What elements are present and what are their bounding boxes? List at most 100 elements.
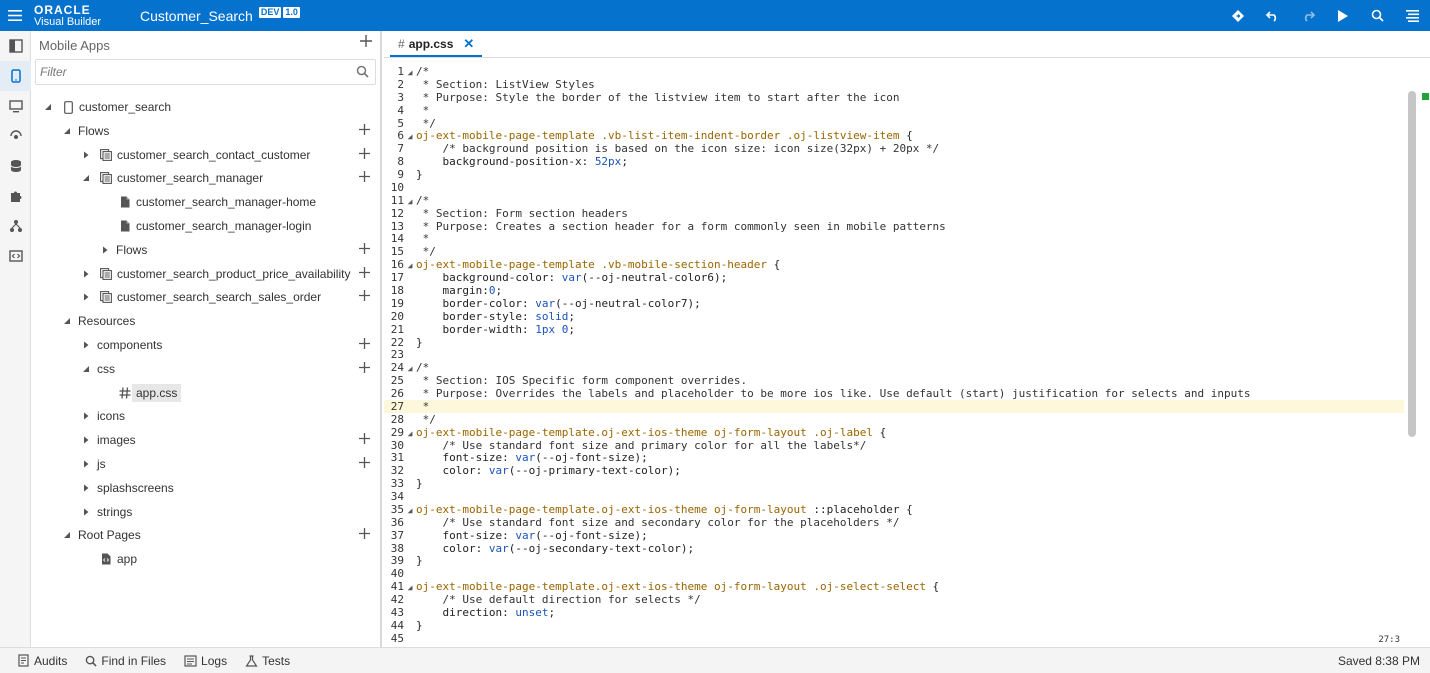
code-line[interactable]: 32 color: var(--oj-primary-text-color); [384,464,1404,477]
add-icon[interactable] [359,171,370,185]
code-line[interactable]: 14 * [384,232,1404,245]
code-line[interactable]: 17 background-color: var(--oj-neutral-co… [384,271,1404,284]
expand-arrow-icon[interactable] [81,150,91,160]
code-line[interactable]: 33 } [384,477,1404,490]
code-line[interactable]: 8 background-position-x: 52px; [384,155,1404,168]
code-line[interactable]: 37 font-size: var(--oj-font-size); [384,529,1404,542]
tree-item[interactable]: splashscreens [31,476,380,500]
code-line[interactable]: 27 * [384,399,1404,413]
expand-arrow-icon[interactable] [81,340,91,350]
tree-item[interactable]: app [31,547,380,571]
expand-arrow-icon[interactable] [81,507,91,517]
source-icon[interactable] [0,241,31,271]
code-line[interactable]: 38 color: var(--oj-secondary-text-color)… [384,542,1404,555]
code-line[interactable]: 42 /* Use default direction for selects … [384,593,1404,606]
add-icon[interactable] [359,338,370,352]
logs-tab[interactable]: Logs [184,654,227,668]
close-icon[interactable]: ✕ [463,36,474,52]
add-icon[interactable] [359,528,370,542]
code-line[interactable]: 34 [384,490,1404,503]
search-icon[interactable] [356,65,369,83]
collapse-arrow-icon[interactable] [81,364,91,374]
collapse-arrow-icon[interactable] [62,530,72,540]
code-line[interactable]: 28 */ [384,413,1404,426]
audits-tab[interactable]: Audits [18,654,67,668]
tree-item[interactable]: css [31,357,380,381]
tree-item[interactable]: Flows [31,119,380,143]
code-line[interactable]: 44 } [384,619,1404,632]
tree-item[interactable]: Flows [31,238,380,262]
add-icon[interactable] [359,362,370,376]
code-line[interactable]: 22 } [384,336,1404,349]
tree-item[interactable]: customer_search_search_sales_order [31,285,380,309]
tab-app-css[interactable]: # app.css ✕ [390,33,483,57]
editor-scrollbar[interactable] [1408,91,1416,437]
tree-item[interactable]: js [31,452,380,476]
code-line[interactable]: 13 * Purpose: Creates a section header f… [384,220,1404,233]
code-line[interactable]: 43 direction: unset; [384,606,1404,619]
add-icon[interactable] [359,148,370,162]
code-line[interactable]: 3 * Purpose: Style the border of the lis… [384,91,1404,104]
code-line[interactable]: 15 */ [384,245,1404,258]
code-line[interactable]: 24 ◢/* [384,361,1404,374]
add-icon[interactable] [359,457,370,471]
code-line[interactable]: 20 border-style: solid; [384,310,1404,323]
menu-icon[interactable] [1395,0,1430,31]
expand-arrow-icon[interactable] [100,245,110,255]
components-icon[interactable] [0,181,31,211]
expand-arrow-icon[interactable] [81,269,91,279]
add-icon[interactable] [359,290,370,304]
code-line[interactable]: 41 ◢ oj-ext-mobile-page-template.oj-ext-io… [384,580,1404,593]
tree-item[interactable]: customer_search_manager-home [31,190,380,214]
code-line[interactable]: 40 [384,567,1404,580]
tree-item[interactable]: Root Pages [31,523,380,547]
add-icon[interactable] [359,433,370,447]
code-line[interactable]: 10 [384,181,1404,194]
add-icon[interactable] [359,124,370,138]
code-line[interactable]: 21 border-width: 1px 0; [384,323,1404,336]
tree-item[interactable]: strings [31,500,380,524]
find-in-files-tab[interactable]: Find in Files [85,654,166,668]
tree-item[interactable]: icons [31,404,380,428]
process-icon[interactable] [0,211,31,241]
code-line[interactable]: 11 ◢/* [384,194,1404,207]
mobile-apps-icon[interactable] [0,61,31,91]
code-line[interactable]: 6 ◢ oj-ext-mobile-page-template .vb-list-i… [384,129,1404,142]
code-line[interactable]: 16 ◢ oj-ext-mobile-page-template .vb-mobil… [384,258,1404,271]
code-line[interactable]: 19 border-color: var(--oj-neutral-color7… [384,297,1404,310]
search-icon[interactable] [1360,0,1395,31]
code-line[interactable]: 23 [384,348,1404,361]
tree-item[interactable]: Resources [31,309,380,333]
code-line[interactable]: 36 /* Use standard font size and seconda… [384,516,1404,529]
run-icon[interactable] [1325,0,1360,31]
collapse-arrow-icon[interactable] [62,126,72,136]
tree-item[interactable]: images [31,428,380,452]
code-line[interactable]: 12 * Section: Form section headers [384,207,1404,220]
code-line[interactable]: 45 [384,632,1404,645]
service-connections-icon[interactable] [0,121,31,151]
code-line[interactable]: 18 margin:0; [384,284,1404,297]
code-line[interactable]: 29 ◢ oj-ext-mobile-page-template.oj-ext-io… [384,426,1404,439]
code-line[interactable]: 1 ◢/* [384,65,1404,78]
expand-arrow-icon[interactable] [81,292,91,302]
collapse-arrow-icon[interactable] [81,173,91,183]
tree-item[interactable]: customer_search_product_price_availabili… [31,262,380,286]
expand-arrow-icon[interactable] [81,411,91,421]
code-line[interactable]: 7 /* background position is based on the… [384,142,1404,155]
code-line[interactable]: 39 } [384,554,1404,567]
code-area[interactable]: 1 ◢/* 2 * Section: ListView Styles 3 * Purp… [384,59,1430,645]
tree-item[interactable]: components [31,333,380,357]
web-apps-icon[interactable] [0,31,31,61]
tree-item[interactable]: customer_search_manager [31,166,380,190]
tests-tab[interactable]: Tests [245,654,290,668]
filter-input[interactable] [36,60,375,84]
tree-item[interactable]: customer_search_manager-login [31,214,380,238]
tree-item[interactable]: app.css [31,381,380,405]
app-name[interactable]: Customer_Search [140,8,253,24]
redo-icon[interactable] [1290,0,1325,31]
diamond-icon[interactable] [1220,0,1255,31]
undo-icon[interactable] [1255,0,1290,31]
desktop-icon[interactable] [0,91,31,121]
code-line[interactable]: 4 * [384,104,1404,117]
code-line[interactable]: 5 */ [384,117,1404,130]
